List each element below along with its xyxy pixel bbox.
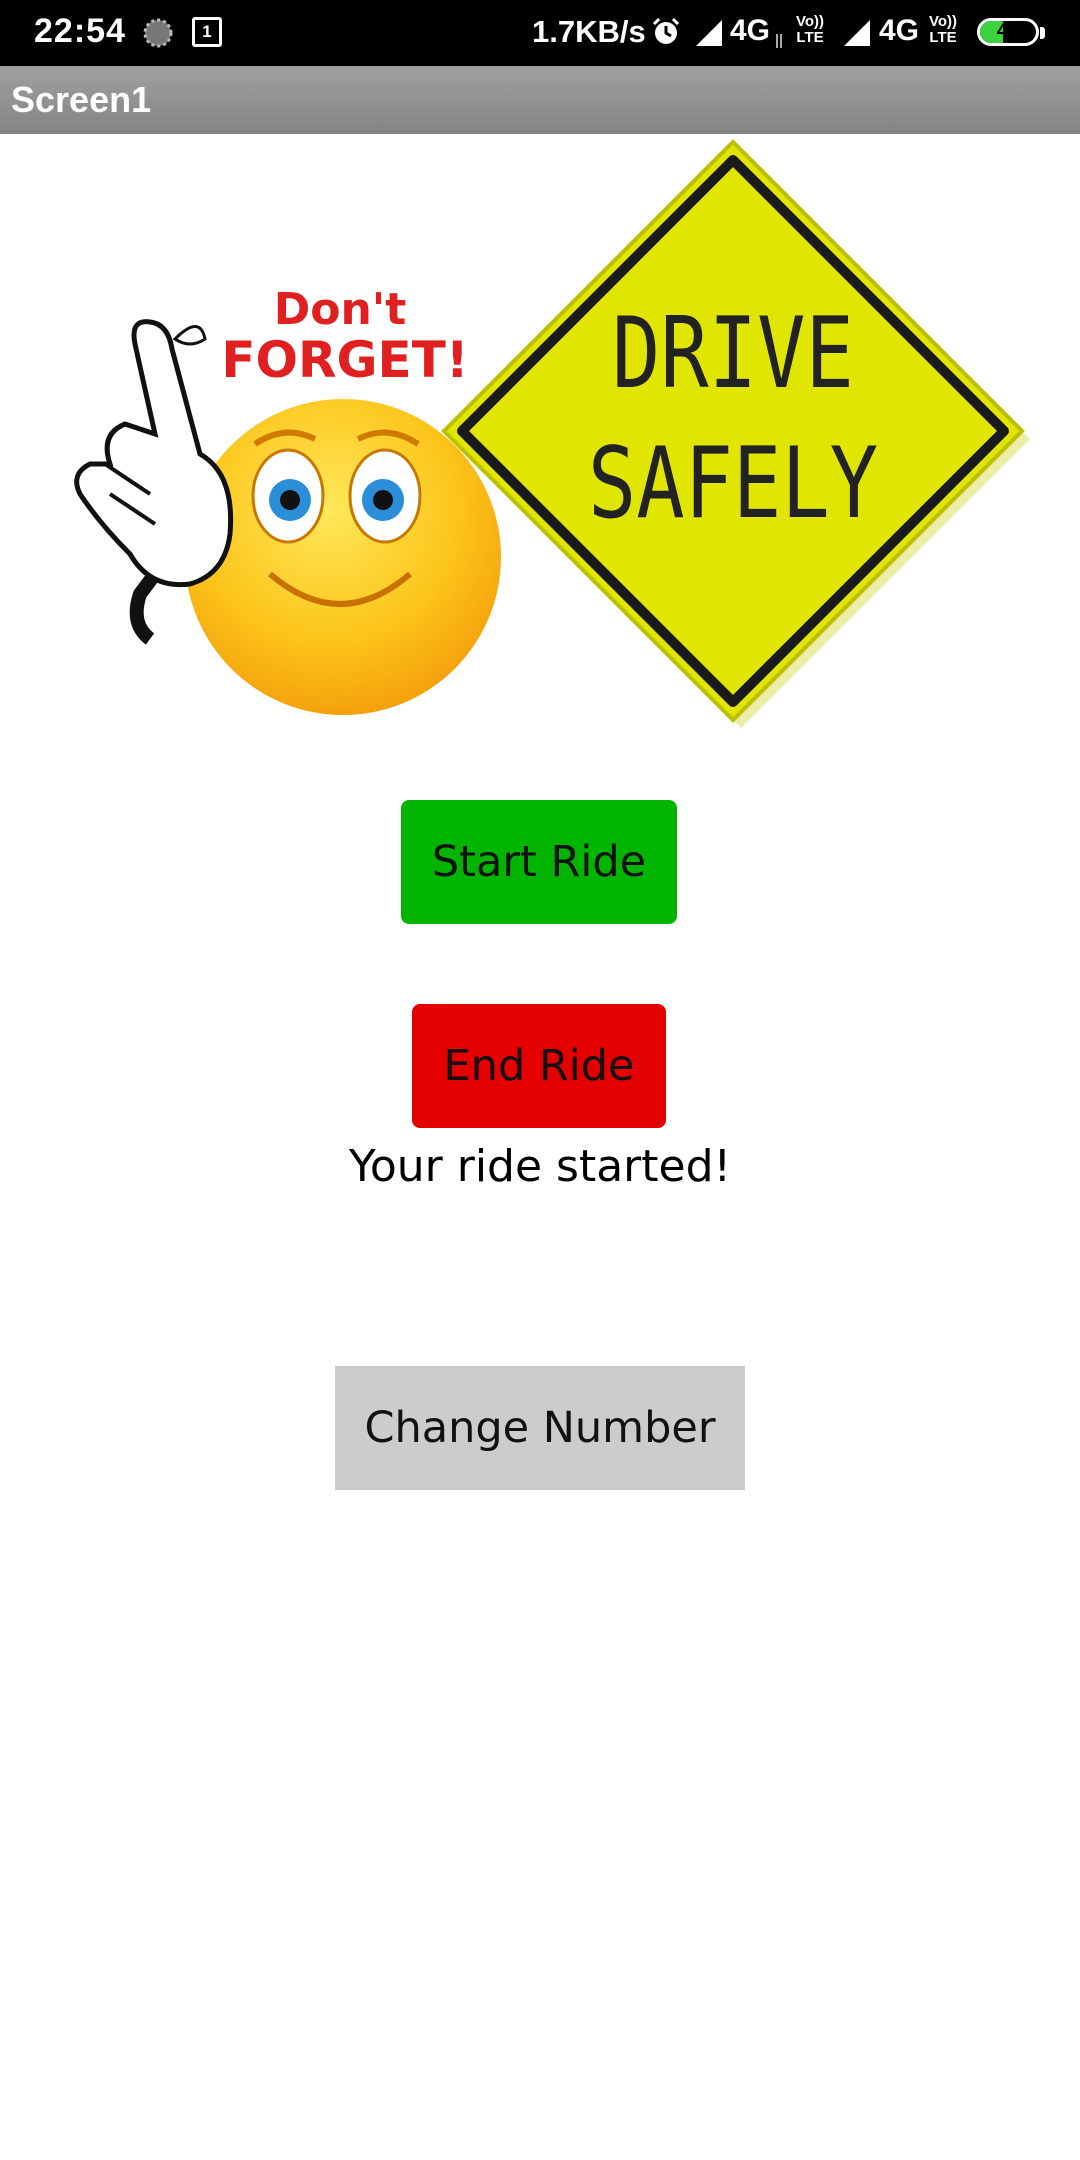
net-speed: 1.7KB/s: [532, 14, 646, 49]
volte-top: Vo)): [796, 13, 825, 30]
alarm-icon: [652, 17, 680, 44]
title-bar: Screen1: [0, 66, 1080, 134]
battery-icon: 41: [977, 18, 1039, 46]
sticker-line2: FORGET!: [221, 331, 468, 389]
notification-count: 1: [202, 22, 212, 41]
drive-safely-sign: DRIVE SAFELY: [441, 139, 1030, 728]
volte-bottom: LTE: [796, 29, 824, 46]
sim1-network-type: 4G: [730, 14, 771, 47]
notification-icon: 1: [192, 17, 222, 47]
status-bar: 22:54 1 1.7KB/s 4G Vo)) LTE 4G Vo)) LTE …: [0, 0, 1080, 66]
status-time: 22:54: [34, 12, 126, 50]
drive-safely-banner: Don't FORGET! DRIVE SAFELY: [74, 139, 1030, 728]
battery-level: 41: [996, 20, 1020, 42]
change-number-button[interactable]: Change Number: [335, 1366, 745, 1490]
app-screen: 22:54 1 1.7KB/s 4G Vo)) LTE 4G Vo)) LTE …: [0, 0, 1080, 2160]
signal-icon: [696, 20, 722, 46]
change-number-label: Change Number: [364, 1403, 716, 1453]
spinner-icon: [143, 18, 173, 48]
ride-status-label: Your ride started!: [348, 1141, 732, 1192]
page-title: Screen1: [11, 79, 152, 120]
end-ride-button[interactable]: End Ride: [412, 1004, 666, 1128]
data-arrows-icon: [776, 34, 782, 48]
start-ride-label: Start Ride: [431, 837, 647, 887]
smiley-face-icon: [185, 399, 501, 715]
sticker-line1: Don't: [274, 284, 407, 335]
sign-line2: SAFELY: [588, 427, 878, 541]
battery-nub: [1040, 27, 1045, 39]
volte-top: Vo)): [929, 13, 958, 30]
volte-bottom: LTE: [929, 29, 957, 46]
end-ride-label: End Ride: [443, 1041, 635, 1091]
sim1-volte-badge: Vo)) LTE: [796, 14, 824, 46]
sign-line1: DRIVE: [612, 297, 854, 411]
sim2-network-type: 4G: [879, 14, 920, 47]
signal-icon: [844, 20, 870, 46]
start-ride-button[interactable]: Start Ride: [401, 800, 677, 924]
sim2-volte-badge: Vo)) LTE: [929, 14, 957, 46]
